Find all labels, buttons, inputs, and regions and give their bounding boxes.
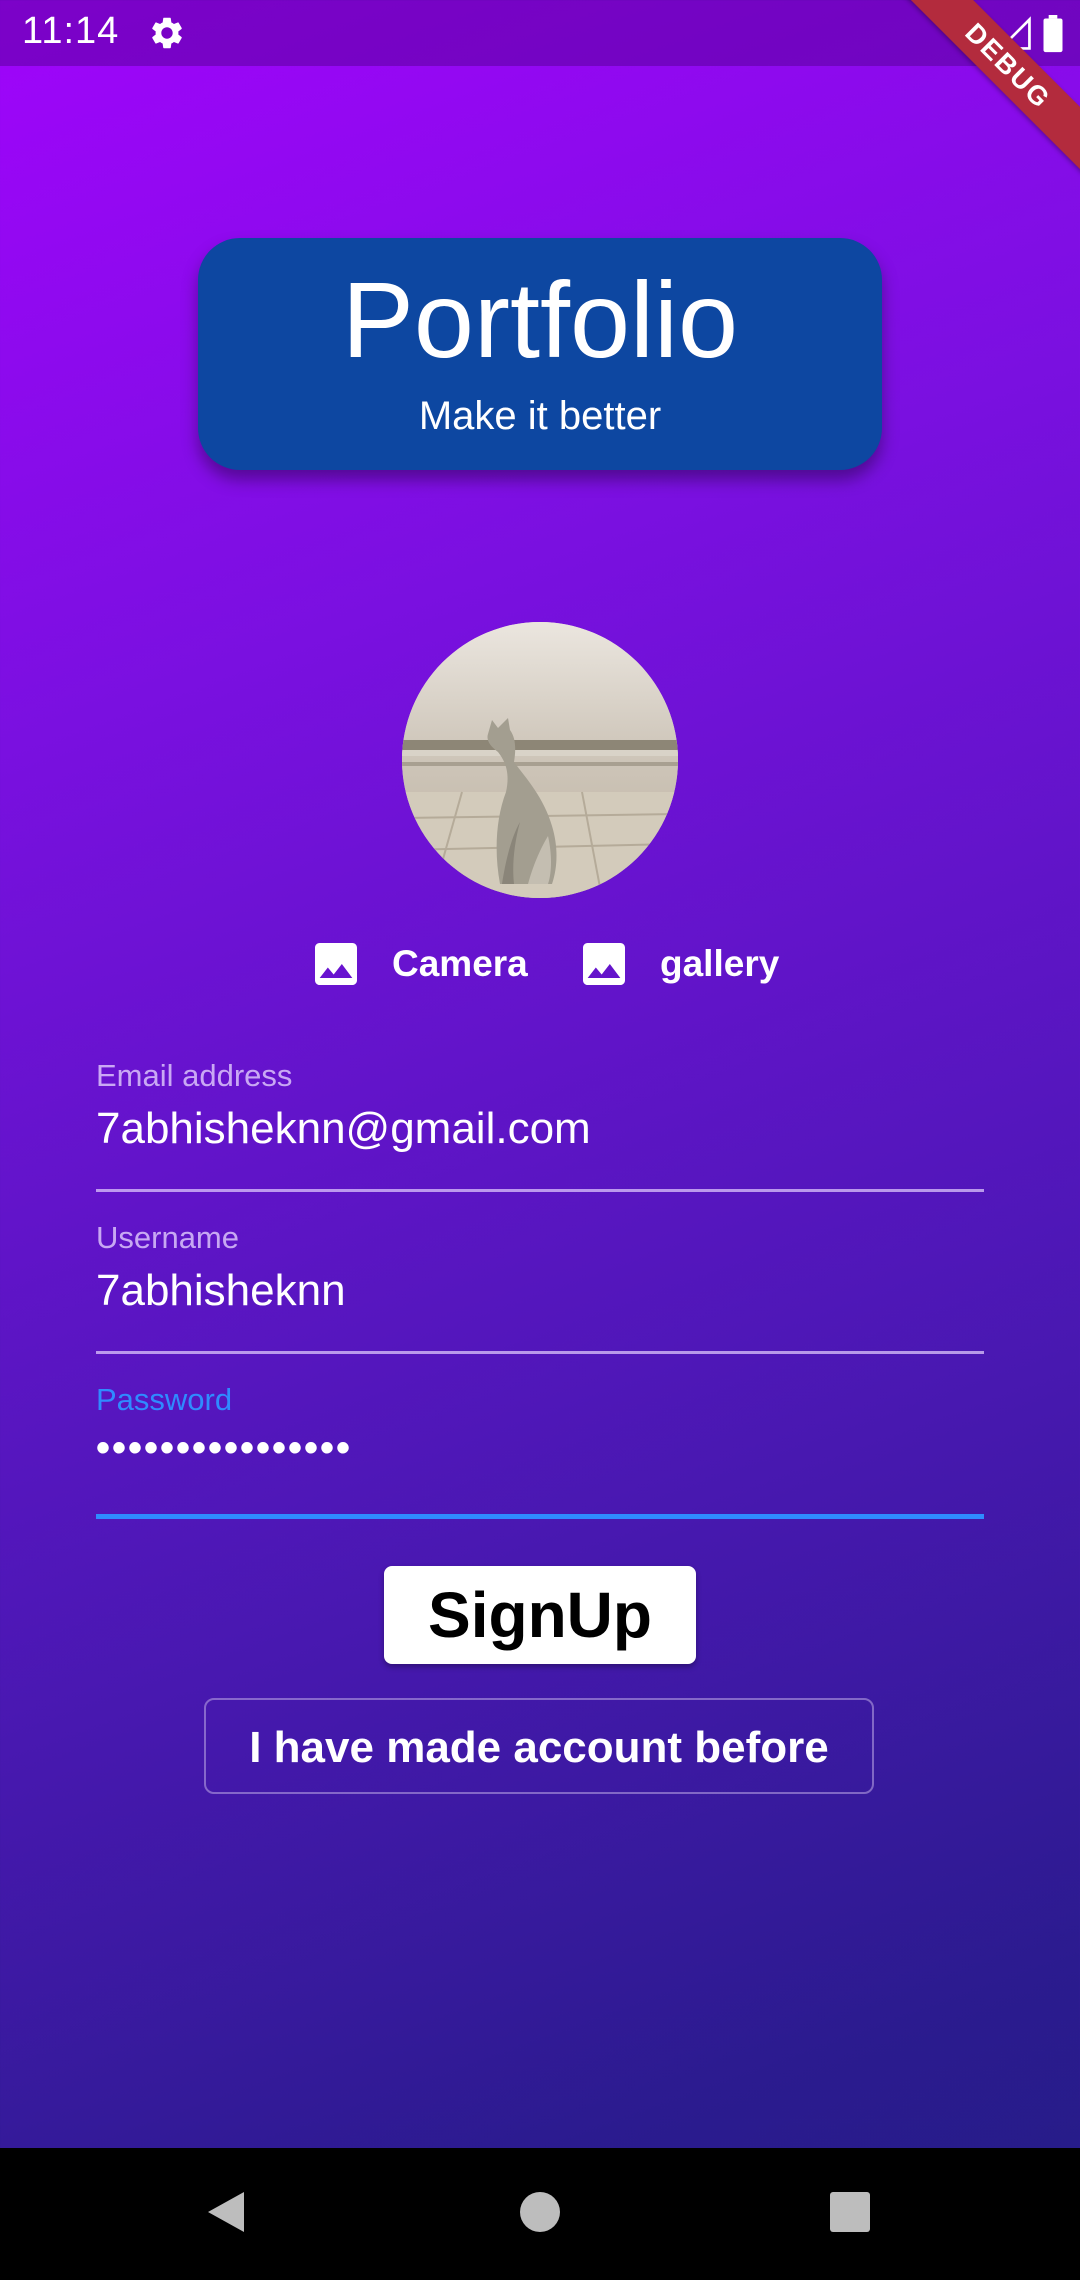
email-label: Email address: [96, 1058, 293, 1093]
image-icon: [576, 936, 632, 992]
username-input[interactable]: 7abhisheknn: [96, 1266, 346, 1316]
recents-square-icon: [829, 2191, 871, 2238]
home-circle-icon: [518, 2190, 562, 2239]
status-time: 11:14: [22, 10, 120, 52]
gallery-label: gallery: [660, 943, 780, 984]
existing-account-button[interactable]: I have made account before: [204, 1698, 874, 1794]
camera-button[interactable]: Camera: [308, 934, 528, 994]
cat-photo-image: [402, 622, 678, 898]
recents-nav-button[interactable]: [790, 2148, 910, 2280]
camera-label: Camera: [392, 943, 528, 984]
password-input[interactable]: ••••••••••••••••: [96, 1426, 352, 1471]
app-title: Portfolio: [341, 259, 739, 380]
settings-gear-icon: [148, 14, 186, 52]
username-label: Username: [96, 1220, 239, 1255]
navigation-bar: [0, 2148, 1080, 2280]
email-underline: [96, 1189, 984, 1192]
gallery-button[interactable]: gallery: [576, 934, 779, 994]
email-input[interactable]: 7abhisheknn@gmail.com: [96, 1104, 591, 1154]
signup-button[interactable]: SignUp: [384, 1566, 696, 1664]
image-icon: [308, 936, 364, 992]
battery-icon: [1042, 15, 1064, 53]
header-card: Portfolio Make it better: [198, 238, 882, 470]
profile-avatar[interactable]: [402, 622, 678, 898]
password-label: Password: [96, 1382, 233, 1417]
status-bar: 11:14: [0, 0, 1080, 66]
username-underline: [96, 1351, 984, 1354]
password-underline: [96, 1514, 984, 1519]
back-triangle-icon: [204, 2188, 248, 2241]
home-nav-button[interactable]: [480, 2148, 600, 2280]
app-subtitle: Make it better: [418, 394, 662, 438]
back-nav-button[interactable]: [166, 2148, 286, 2280]
